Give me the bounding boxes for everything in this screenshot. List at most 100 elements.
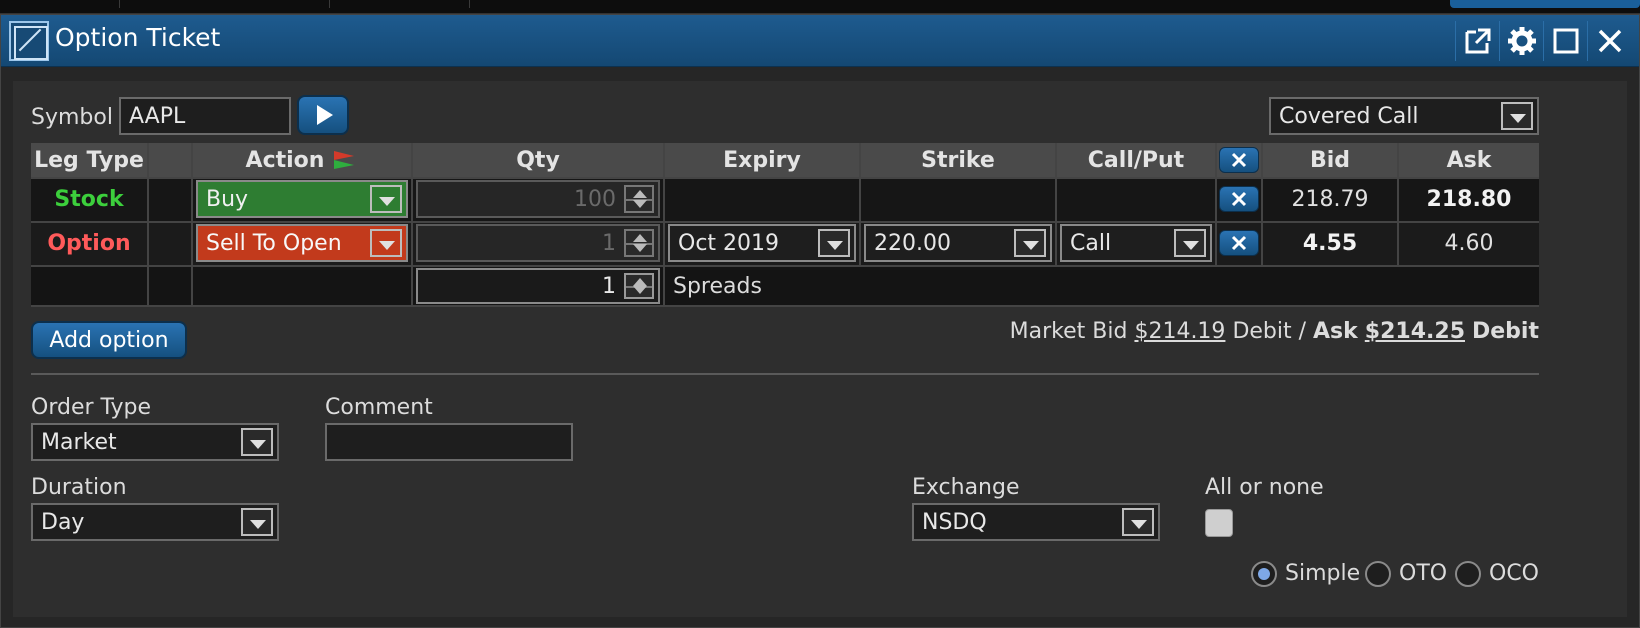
market-ask-value[interactable]: $214.25 <box>1365 319 1465 344</box>
all-or-none-label: All or none <box>1205 475 1324 500</box>
symbol-input[interactable]: AAPL <box>119 97 291 135</box>
action-cell: Buy <box>193 177 413 221</box>
strike-select[interactable]: 220.00 <box>864 224 1052 262</box>
call-put-cell-empty <box>1057 177 1217 221</box>
remove-stock-leg-button[interactable] <box>1219 186 1259 212</box>
chevron-down-icon <box>1122 508 1154 536</box>
row-blank <box>149 265 193 307</box>
background-blue-tab <box>1450 0 1640 8</box>
market-ask-label: Ask <box>1313 319 1358 344</box>
symbol-label: Symbol <box>31 105 113 130</box>
header-blank <box>149 143 193 177</box>
title-bar[interactable]: Option Ticket <box>1 15 1639 67</box>
bid-stock: 218.79 <box>1263 177 1399 221</box>
qty-stepper[interactable] <box>624 185 654 213</box>
duration-label: Duration <box>31 475 127 500</box>
remove-all-legs-button[interactable] <box>1219 147 1259 173</box>
call-put-select[interactable]: Call <box>1060 224 1212 262</box>
header-remove-all <box>1217 143 1263 177</box>
simple-radio[interactable] <box>1251 561 1277 587</box>
market-ask-suffix: Debit <box>1472 319 1539 344</box>
title-bar-controls <box>1455 21 1631 61</box>
comment-input[interactable] <box>325 423 573 461</box>
play-icon <box>317 105 333 125</box>
oco-label: OCO <box>1489 561 1539 586</box>
exchange-label: Exchange <box>912 475 1020 500</box>
remove-option-leg-button[interactable] <box>1219 230 1259 256</box>
add-option-button[interactable]: Add option <box>31 321 187 359</box>
strike-value: 220.00 <box>874 230 951 256</box>
market-bid-label: Market Bid <box>1009 319 1128 344</box>
header-action[interactable]: Action <box>193 143 413 177</box>
expiry-select[interactable]: Oct 2019 <box>668 224 856 262</box>
window-title: Option Ticket <box>55 23 221 52</box>
qty-input-stock[interactable]: 100 <box>416 180 660 218</box>
simple-label: Simple <box>1285 561 1361 586</box>
chevron-down-icon <box>1014 229 1046 257</box>
option-ticket-app-icon <box>9 21 49 61</box>
exchange-select[interactable]: NSDQ <box>912 503 1160 541</box>
comment-label: Comment <box>325 395 433 420</box>
chevron-down-icon <box>370 185 402 213</box>
order-type-value: Market <box>41 429 117 455</box>
action-value: Sell To Open <box>206 230 342 256</box>
background-tab <box>120 0 330 8</box>
ask-stock: 218.80 <box>1426 186 1512 212</box>
flag-icon <box>334 151 355 169</box>
close-icon <box>1231 191 1247 207</box>
spread-qty-value: 1 <box>602 273 616 299</box>
row-blank <box>193 265 413 307</box>
order-form: Symbol AAPL Covered Call Leg Type Action… <box>13 81 1627 617</box>
strategy-value: Covered Call <box>1279 103 1419 129</box>
load-symbol-button[interactable] <box>297 95 349 135</box>
market-bid-suffix: Debit / <box>1232 319 1307 344</box>
action-select-option[interactable]: Sell To Open <box>196 224 408 262</box>
chevron-down-icon <box>818 229 850 257</box>
action-select-stock[interactable]: Buy <box>196 180 408 218</box>
qty-value: 1 <box>602 230 616 256</box>
gear-icon[interactable] <box>1499 21 1543 61</box>
call-put-value: Call <box>1070 230 1112 256</box>
section-divider <box>31 373 1539 375</box>
duration-select[interactable]: Day <box>31 503 279 541</box>
market-bid-value[interactable]: $214.19 <box>1134 319 1225 344</box>
leg-type-stock: Stock <box>31 177 149 221</box>
qty-input-option[interactable]: 1 <box>416 224 660 262</box>
oco-radio[interactable] <box>1455 561 1481 587</box>
strategy-select[interactable]: Covered Call <box>1269 97 1539 135</box>
expiry-cell-empty <box>665 177 861 221</box>
qty-value: 100 <box>574 186 616 212</box>
oto-radio[interactable] <box>1365 561 1391 587</box>
row-blank <box>149 221 193 265</box>
header-bid: Bid <box>1263 143 1399 177</box>
close-icon <box>1231 235 1247 251</box>
call-put-cell: Call <box>1057 221 1217 265</box>
close-icon[interactable] <box>1587 21 1631 61</box>
maximize-icon[interactable] <box>1543 21 1587 61</box>
qty-cell: 1 <box>413 221 665 265</box>
strike-cell: 220.00 <box>861 221 1057 265</box>
order-type-label: Order Type <box>31 395 152 420</box>
spread-qty-stepper[interactable] <box>624 273 654 299</box>
popout-icon[interactable] <box>1455 21 1499 61</box>
header-action-label: Action <box>245 147 325 173</box>
row-blank <box>31 265 149 307</box>
header-ask: Ask <box>1399 143 1539 177</box>
bid-option: 4.55 <box>1263 221 1399 265</box>
header-strike: Strike <box>861 143 1057 177</box>
header-leg-type: Leg Type <box>31 143 149 177</box>
header-expiry: Expiry <box>665 143 861 177</box>
oto-label: OTO <box>1399 561 1448 586</box>
chevron-down-icon <box>241 428 273 456</box>
action-value: Buy <box>206 186 249 212</box>
expiry-cell: Oct 2019 <box>665 221 861 265</box>
expiry-value: Oct 2019 <box>678 230 780 256</box>
remove-leg-cell <box>1217 177 1263 221</box>
qty-stepper[interactable] <box>624 229 654 257</box>
spread-qty-input[interactable]: 1 <box>416 268 660 304</box>
spread-qty-cell: 1 <box>413 265 665 307</box>
order-type-select[interactable]: Market <box>31 423 279 461</box>
spreads-label: Spreads <box>673 274 762 299</box>
all-or-none-checkbox[interactable] <box>1205 509 1233 537</box>
header-call-put: Call/Put <box>1057 143 1217 177</box>
